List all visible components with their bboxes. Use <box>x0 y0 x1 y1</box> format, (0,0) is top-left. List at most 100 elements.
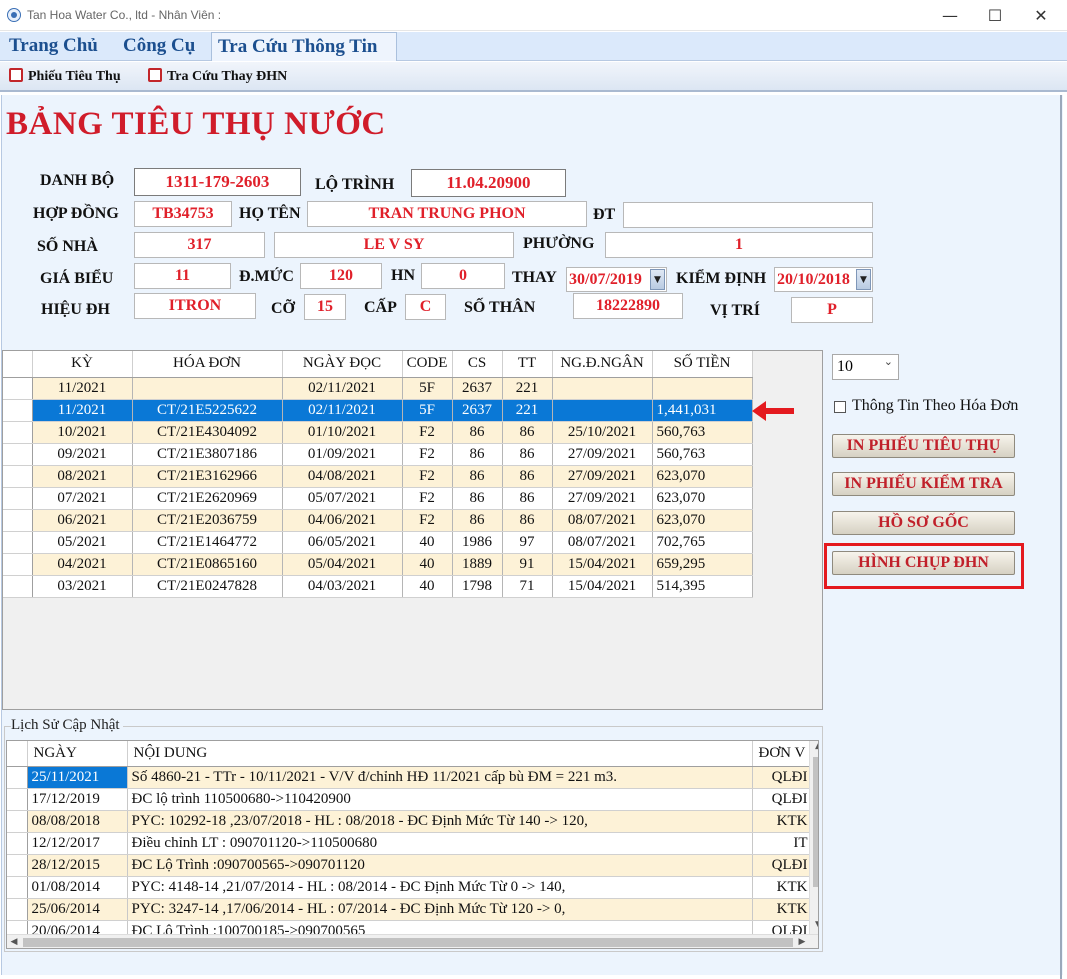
history-cell-don-vi[interactable]: QLĐI <box>752 788 811 811</box>
cell-so-tien[interactable] <box>652 377 753 400</box>
history-col-don-vi[interactable]: ĐƠN V <box>752 741 811 767</box>
ho-ten-field[interactable]: TRAN TRUNG PHON <box>307 201 587 227</box>
cell-ky[interactable]: 10/2021 <box>32 421 133 444</box>
cell-tt[interactable]: 86 <box>502 465 553 488</box>
cell-ngay-doc[interactable]: 01/10/2021 <box>282 421 403 444</box>
phuong-field[interactable]: 1 <box>605 232 873 258</box>
cell-cs[interactable]: 86 <box>452 443 503 466</box>
lo-trinh-field[interactable]: 11.04.20900 <box>411 169 566 197</box>
cell-so-tien[interactable]: 560,763 <box>652 421 753 444</box>
cell-hoa-don[interactable]: CT/21E4304092 <box>132 421 283 444</box>
gia-bieu-field[interactable]: 11 <box>134 263 231 289</box>
scroll-thumb[interactable] <box>813 757 818 887</box>
cell-tt[interactable]: 221 <box>502 399 553 422</box>
cell-cs[interactable]: 86 <box>452 421 503 444</box>
dropdown-arrow-icon[interactable]: ▼ <box>856 269 871 290</box>
history-cell-noi-dung[interactable]: PYC: 4148-14 ,21/07/2014 - HL : 08/2014 … <box>127 876 753 899</box>
cell-ng-d-ngan[interactable]: 08/07/2021 <box>552 531 653 554</box>
cell-code[interactable]: 40 <box>402 531 453 554</box>
history-cell-noi-dung[interactable]: Số 4860-21 - TTr - 10/11/2021 - V/V đ/ch… <box>127 766 753 789</box>
history-cell-ngay[interactable]: 08/08/2018 <box>27 810 128 833</box>
cell-so-tien[interactable]: 514,395 <box>652 575 753 598</box>
history-cell-don-vi[interactable]: IT <box>752 832 811 855</box>
cell-ng-d-ngan[interactable] <box>552 377 653 400</box>
row-header[interactable] <box>7 854 28 877</box>
table-row[interactable]: 05/2021 CT/21E1464772 06/05/2021 40 1986 97 08… <box>3 531 753 554</box>
list-item[interactable]: 08/08/2018 PYC: 10292-18 ,23/07/2018 - HL… <box>7 810 811 833</box>
invoice-info-checkbox-label[interactable]: Thông Tin Theo Hóa Đơn <box>852 397 1018 415</box>
scroll-up-icon[interactable]: ▲ <box>810 741 818 755</box>
close-button[interactable]: ✕ <box>1018 0 1064 31</box>
dinh-muc-field[interactable]: 120 <box>300 263 382 289</box>
page-size-select[interactable]: 10 ⌄ <box>832 354 899 380</box>
cell-ky[interactable]: 09/2021 <box>32 443 133 466</box>
history-cell-noi-dung[interactable]: PYC: 10292-18 ,23/07/2018 - HL : 08/2018… <box>127 810 753 833</box>
list-item[interactable]: 25/06/2014 PYC: 3247-14 ,17/06/2014 - HL… <box>7 898 811 921</box>
history-cell-ngay[interactable]: 01/08/2014 <box>27 876 128 899</box>
cell-ky[interactable]: 03/2021 <box>32 575 133 598</box>
row-header[interactable] <box>3 421 33 444</box>
table-row[interactable]: ▶ 11/2021 CT/21E5225622 02/11/2021 5F 2637 221… <box>3 399 753 422</box>
toolbar-tra-cuu-thay-dhn[interactable]: Tra Cứu Thay ĐHN <box>148 68 287 86</box>
vi-tri-field[interactable]: P <box>791 297 873 323</box>
cell-cs[interactable]: 1798 <box>452 575 503 598</box>
grid-col-ngay-doc[interactable]: NGÀY ĐỌC <box>282 351 403 378</box>
cell-code[interactable]: 40 <box>402 575 453 598</box>
row-pointer-icon[interactable]: ▶ <box>3 399 33 422</box>
row-header[interactable] <box>7 788 28 811</box>
scroll-left-icon[interactable]: ◀ <box>7 935 21 948</box>
cell-ngay-doc[interactable]: 01/09/2021 <box>282 443 403 466</box>
cell-ngay-doc[interactable]: 05/07/2021 <box>282 487 403 510</box>
cell-ng-d-ngan[interactable]: 25/10/2021 <box>552 421 653 444</box>
hieu-dh-field[interactable]: ITRON <box>134 293 256 319</box>
co-field[interactable]: 15 <box>304 294 346 320</box>
cell-so-tien[interactable]: 623,070 <box>652 465 753 488</box>
cell-hoa-don[interactable]: CT/21E3162966 <box>132 465 283 488</box>
row-header[interactable] <box>7 832 28 855</box>
cell-hoa-don[interactable]: CT/21E0247828 <box>132 575 283 598</box>
menu-tra-cuu-thong-tin[interactable]: Tra Cứu Thông Tin <box>211 32 397 61</box>
list-item[interactable]: 25/11/2021 Số 4860-21 - TTr - 10/11/2021 … <box>7 766 811 789</box>
history-cell-noi-dung[interactable]: ĐC lộ trình 110500680->110420900 <box>127 788 753 811</box>
cell-hoa-don[interactable]: CT/21E2620969 <box>132 487 283 510</box>
duong-field[interactable]: LE V SY <box>274 232 514 258</box>
cell-hoa-don[interactable]: CT/21E1464772 <box>132 531 283 554</box>
cell-ngay-doc[interactable]: 05/04/2021 <box>282 553 403 576</box>
row-header[interactable] <box>3 465 33 488</box>
cell-ky[interactable]: 11/2021 <box>32 377 133 400</box>
so-nha-field[interactable]: 317 <box>134 232 265 258</box>
cell-code[interactable]: 40 <box>402 553 453 576</box>
grid-col-code[interactable]: CODE <box>402 351 453 378</box>
history-cell-noi-dung[interactable]: Điều chỉnh LT : 090701120->110500680 <box>127 832 753 855</box>
cell-ky[interactable]: 04/2021 <box>32 553 133 576</box>
toolbar-phieu-tieu-thu[interactable]: Phiếu Tiêu Thụ <box>9 68 121 86</box>
cell-ngay-doc[interactable]: 04/08/2021 <box>282 465 403 488</box>
menu-trang-chu[interactable]: Trang Chủ <box>3 32 104 61</box>
history-cell-ngay[interactable]: 28/12/2015 <box>27 854 128 877</box>
list-item[interactable]: 17/12/2019 ĐC lộ trình 110500680->1104209… <box>7 788 811 811</box>
cell-cs[interactable]: 1889 <box>452 553 503 576</box>
cell-cs[interactable]: 86 <box>452 487 503 510</box>
cell-ky[interactable]: 06/2021 <box>32 509 133 532</box>
cell-tt[interactable]: 91 <box>502 553 553 576</box>
hn-field[interactable]: 0 <box>421 263 505 289</box>
row-header[interactable] <box>7 766 28 789</box>
history-cell-noi-dung[interactable]: PYC: 3247-14 ,17/06/2014 - HL : 07/2014 … <box>127 898 753 921</box>
cell-hoa-don[interactable]: CT/21E5225622 <box>132 399 283 422</box>
cell-code[interactable]: 5F <box>402 399 453 422</box>
cell-cs[interactable]: 86 <box>452 509 503 532</box>
history-cell-ngay[interactable]: 17/12/2019 <box>27 788 128 811</box>
cell-code[interactable]: F2 <box>402 421 453 444</box>
menu-cong-cu[interactable]: Công Cụ <box>117 32 201 61</box>
cell-ng-d-ngan[interactable] <box>552 399 653 422</box>
danh-bo-field[interactable]: 1311-179-2603 <box>134 168 301 196</box>
print-consumption-button[interactable]: IN PHIẾU TIÊU THỤ <box>832 434 1015 458</box>
cell-code[interactable]: 5F <box>402 377 453 400</box>
row-header[interactable] <box>3 509 33 532</box>
history-vertical-scrollbar[interactable]: ▲ ▼ <box>809 741 818 934</box>
history-cell-don-vi[interactable]: KTK <box>752 876 811 899</box>
cell-so-tien[interactable]: 659,295 <box>652 553 753 576</box>
cell-cs[interactable]: 1986 <box>452 531 503 554</box>
original-file-button[interactable]: HỒ SƠ GỐC <box>832 511 1015 535</box>
table-row[interactable]: 04/2021 CT/21E0865160 05/04/2021 40 1889 91 15… <box>3 553 753 576</box>
